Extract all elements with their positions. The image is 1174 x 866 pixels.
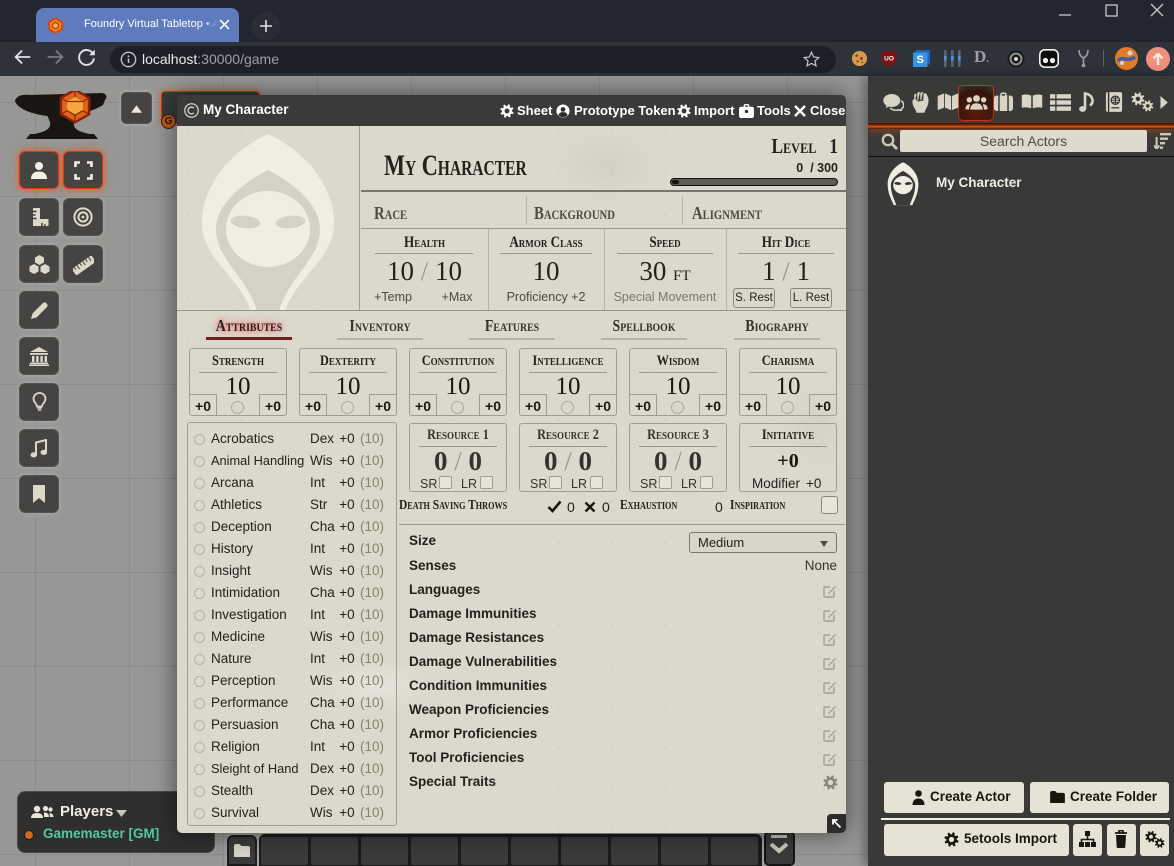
svg-text:UO: UO [884,56,894,63]
svg-text:S: S [917,54,924,66]
